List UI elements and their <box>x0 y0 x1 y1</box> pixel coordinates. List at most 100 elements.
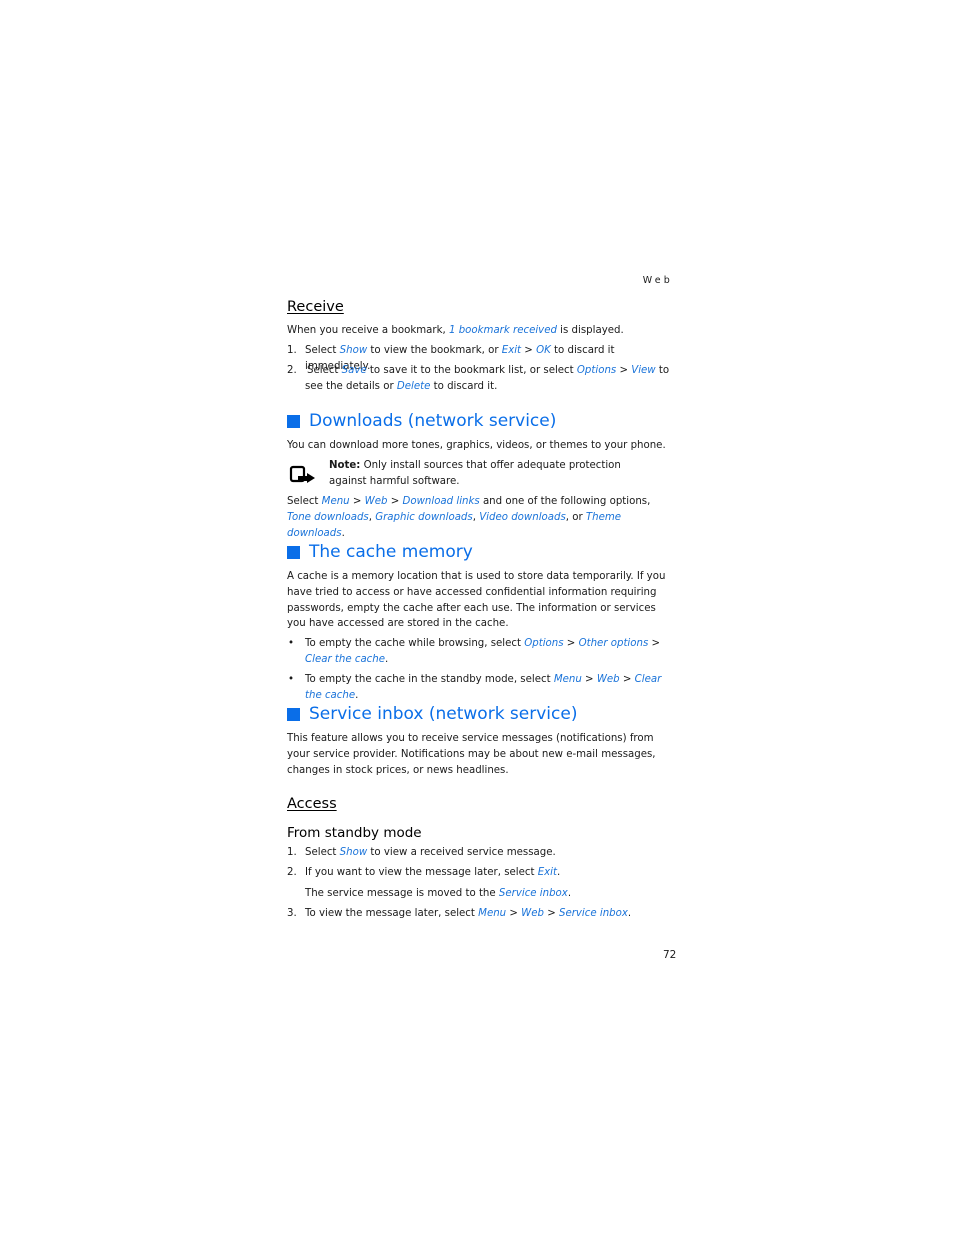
plain-text: > <box>521 345 537 356</box>
menu-path-link[interactable]: Web <box>365 496 388 507</box>
bullet-icon: • <box>288 638 295 649</box>
cache-bullet-1: • To empty the cache while browsing, sel… <box>287 636 677 668</box>
step-text: Select Show to view a received service m… <box>305 845 677 861</box>
plain-text: To view the message later, select <box>305 908 479 919</box>
menu-path-link[interactable]: Web <box>597 674 620 685</box>
plain-text: and one of the following options, <box>479 496 651 507</box>
menu-path-link[interactable]: Menu <box>554 674 582 685</box>
plain-text: is displayed. <box>556 325 624 336</box>
plain-text: Select <box>305 847 340 858</box>
plain-text: To empty the cache while browsing, selec… <box>305 638 525 649</box>
heading-square-icon <box>287 414 300 428</box>
menu-path-link[interactable]: Download links <box>403 496 480 507</box>
heading-text: Service inbox (network service) <box>309 704 578 724</box>
menu-path-link[interactable]: Menu <box>322 496 350 507</box>
plain-text: , or <box>565 511 586 523</box>
heading-square-icon <box>287 545 300 559</box>
note-hand-icon <box>289 465 315 483</box>
plain-text: > <box>506 908 522 919</box>
service-step-3: 3. To view the message later, select Men… <box>287 906 677 922</box>
menu-path-link[interactable]: Clear the cache <box>305 654 385 665</box>
step-text: The service message is moved to the Serv… <box>305 886 677 902</box>
plain-text: to discard it. <box>430 380 498 392</box>
plain-text: If you want to view the message later, s… <box>305 867 538 878</box>
cache-bullet-2: • To empty the cache in the standby mode… <box>287 672 677 704</box>
heading-square-icon <box>287 707 300 721</box>
downloads-select-path: Select Menu > Web > Download links and o… <box>287 494 677 541</box>
menu-path-link[interactable]: 1 bookmark received <box>449 325 557 336</box>
menu-path-link[interactable]: Save <box>342 365 367 376</box>
step-text: To view the message later, select Menu >… <box>305 906 677 922</box>
plain-text: Select <box>305 345 340 356</box>
downloads-intro: You can download more tones, graphics, v… <box>287 440 666 451</box>
menu-path-link[interactable]: Delete <box>397 381 430 392</box>
plain-text: > <box>619 674 635 685</box>
plain-text: Select <box>287 496 322 507</box>
menu-path-link[interactable]: Options <box>577 365 616 376</box>
plain-text: The service message is moved to the <box>305 888 499 899</box>
menu-path-link[interactable]: Show <box>340 847 368 858</box>
menu-path-link[interactable]: Show <box>340 345 368 356</box>
heading-text: Downloads (network service) <box>309 411 557 431</box>
plain-text: . <box>341 527 345 539</box>
service-inbox-heading: Service inbox (network service) <box>287 704 677 724</box>
step-number: 3. <box>287 908 297 919</box>
plain-text: . <box>385 653 389 665</box>
receive-heading: Receive <box>287 299 344 315</box>
plain-text: To empty the cache in the standby mode, … <box>305 674 554 685</box>
menu-path-link[interactable]: OK <box>536 345 551 356</box>
plain-text: . <box>557 867 561 878</box>
plain-text: . <box>567 888 572 899</box>
step-number: 1. <box>287 345 297 356</box>
bullet-text: To empty the cache while browsing, selec… <box>305 636 677 668</box>
cache-intro: A cache is a memory location that is use… <box>287 571 666 630</box>
step-number: 2. <box>287 365 297 376</box>
menu-path-link[interactable]: Exit <box>538 867 557 878</box>
menu-path-link[interactable]: Other options <box>579 638 649 649</box>
step-number: 1. <box>287 847 297 858</box>
note-label: Note: <box>329 460 361 471</box>
plain-text: Select <box>307 365 342 376</box>
plain-text: > <box>563 638 579 649</box>
plain-text: When you receive a bookmark, <box>287 325 449 336</box>
service-step-2-result: The service message is moved to the Serv… <box>287 886 677 902</box>
plain-text: . <box>627 908 632 919</box>
plain-text: > <box>349 496 365 507</box>
access-heading: Access <box>287 796 337 812</box>
menu-path-link[interactable]: Exit <box>502 345 521 356</box>
service-inbox-intro: This feature allows you to receive servi… <box>287 733 656 776</box>
menu-path-link[interactable]: Service inbox <box>499 888 568 899</box>
menu-path-link[interactable]: Options <box>524 638 563 649</box>
service-step-1: 1. Select Show to view a received servic… <box>287 845 677 861</box>
plain-text: > <box>648 638 661 649</box>
service-step-2: 2. If you want to view the message later… <box>287 865 677 881</box>
bullet-text: To empty the cache in the standby mode, … <box>305 672 677 704</box>
note-text: Only install sources that offer adequate… <box>329 460 621 487</box>
menu-path-link[interactable]: Menu <box>478 908 506 919</box>
menu-path-link[interactable]: Service inbox <box>559 908 628 919</box>
standby-heading: From standby mode <box>287 825 422 841</box>
menu-path-link[interactable]: Tone downloads <box>287 512 369 523</box>
menu-path-link[interactable]: View <box>631 365 655 376</box>
heading-text: The cache memory <box>309 542 473 562</box>
step-text: Select Save to save it to the bookmark l… <box>305 363 677 395</box>
cache-heading: The cache memory <box>287 542 677 562</box>
menu-path-link[interactable]: Web <box>521 908 544 919</box>
bullet-icon: • <box>288 674 295 685</box>
downloads-heading: Downloads (network service) <box>287 411 677 431</box>
downloads-note: Note: Only install sources that offer ad… <box>329 458 659 490</box>
plain-text: to view the bookmark, or <box>367 345 502 356</box>
plain-text: > <box>616 365 632 376</box>
plain-text: to view a received service message. <box>367 847 556 858</box>
menu-path-link[interactable]: Video downloads <box>479 512 566 523</box>
plain-text: > <box>543 908 559 919</box>
plain-text: > <box>387 496 403 507</box>
menu-path-link[interactable]: Graphic downloads <box>375 512 473 523</box>
step-text: If you want to view the message later, s… <box>305 865 677 881</box>
running-head: Web <box>642 275 673 286</box>
step-number: 2. <box>287 867 297 878</box>
receive-intro: When you receive a bookmark, 1 bookmark … <box>287 323 677 339</box>
plain-text: . <box>355 689 359 701</box>
plain-text: > <box>581 674 597 685</box>
plain-text: to save it to the bookmark list, or sele… <box>366 365 577 376</box>
